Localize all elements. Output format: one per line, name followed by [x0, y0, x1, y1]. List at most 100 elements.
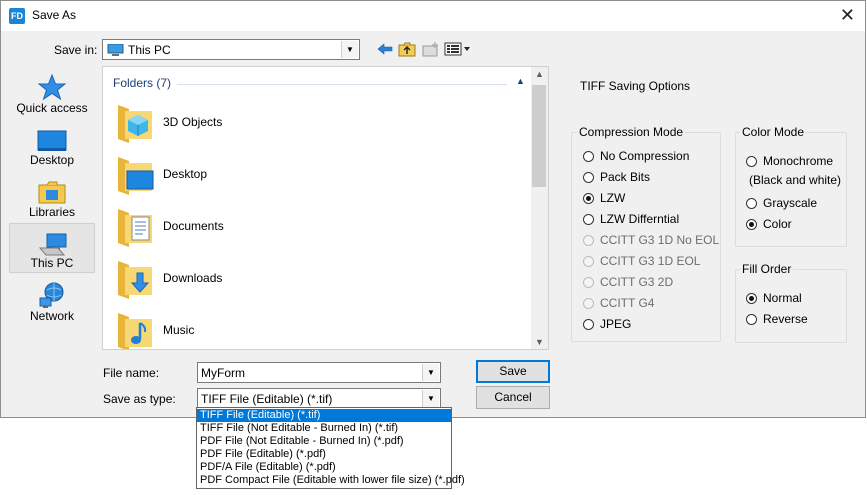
radio-button[interactable] [583, 193, 594, 204]
radio-normal[interactable]: Normal [746, 291, 802, 305]
radio-button[interactable] [746, 219, 757, 230]
radio-pack-bits[interactable]: Pack Bits [583, 170, 650, 184]
radio-grayscale[interactable]: Grayscale [746, 196, 817, 210]
item-name: 3D Objects [163, 115, 223, 129]
group-divider [177, 84, 507, 85]
radio-button[interactable] [746, 198, 757, 209]
color-mode-group: Color Mode Monochrome (Black and white) … [735, 125, 847, 247]
radio-lzw[interactable]: LZW [583, 191, 625, 205]
music-folder-icon [115, 307, 155, 349]
radio-color[interactable]: Color [746, 217, 792, 231]
option-label: LZW Differntial [600, 212, 680, 226]
radio-button[interactable] [583, 172, 594, 183]
libraries-icon [37, 177, 67, 204]
option-label: JPEG [600, 317, 632, 331]
place-desktop[interactable]: Desktop [9, 119, 95, 169]
compression-legend: Compression Mode [577, 125, 686, 139]
list-item[interactable]: 3D Objects [115, 99, 515, 149]
place-quick-access[interactable]: Quick access [9, 67, 95, 117]
place-label: Libraries [28, 205, 76, 219]
close-icon[interactable]: ✕ [840, 5, 855, 26]
option-label: CCITT G3 1D No EOL [600, 233, 720, 247]
fill-order-group: Fill Order Normal Reverse [735, 262, 847, 343]
save-type-value: TIFF File (Editable) (*.tif) [201, 392, 333, 406]
star-icon [37, 73, 67, 101]
save-in-label: Save in: [54, 43, 98, 57]
option-label: LZW [600, 191, 626, 205]
radio-button[interactable] [746, 293, 757, 304]
radio-reverse[interactable]: Reverse [746, 312, 808, 326]
list-item[interactable]: Documents [115, 203, 515, 253]
radio-monochrome[interactable]: Monochrome [746, 154, 833, 168]
cancel-button[interactable]: Cancel [476, 386, 550, 409]
fill-order-legend: Fill Order [740, 262, 794, 276]
places-bar: Quick access Desktop Libraries This PC N… [9, 67, 95, 347]
file-name-field[interactable]: MyForm ▼ [197, 362, 441, 383]
save-as-dialog: FD Save As ✕ Save in: This PC ▼ Quick ac… [0, 0, 866, 418]
radio-button[interactable] [746, 156, 757, 167]
save-in-combo[interactable]: This PC ▼ [102, 39, 360, 60]
desktop-icon [37, 125, 67, 151]
list-item[interactable]: Music [115, 307, 515, 349]
place-libraries[interactable]: Libraries [9, 171, 95, 221]
radio-button [583, 235, 594, 246]
place-this-pc[interactable]: This PC [9, 223, 95, 273]
radio-button[interactable] [583, 319, 594, 330]
scroll-down-icon[interactable]: ▼ [531, 337, 548, 347]
radio-button[interactable] [583, 151, 594, 162]
window-title: Save As [32, 8, 77, 22]
file-name-value: MyForm [201, 366, 245, 380]
option-label: CCITT G3 1D EOL [600, 254, 701, 268]
radio-jpeg[interactable]: JPEG [583, 317, 631, 331]
collapse-chevron-icon[interactable]: ▲ [516, 76, 525, 86]
back-icon[interactable] [375, 40, 395, 58]
item-name: Desktop [163, 167, 208, 181]
options-title: TIFF Saving Options [580, 79, 691, 93]
radio-button [583, 277, 594, 288]
radio-ccitt-g4: CCITT G4 [583, 296, 654, 310]
dropdown-option[interactable]: PDF File (Not Editable - Burned In) (*.p… [197, 435, 451, 448]
computer-icon [38, 230, 68, 256]
vertical-scrollbar[interactable]: ▲ ▼ [531, 67, 548, 349]
list-item[interactable]: Downloads [115, 255, 515, 305]
place-label: Network [29, 309, 74, 323]
file-list[interactable]: Folders (7) ▲ 3D Objects Desktop Documen… [102, 66, 549, 350]
monochrome-subtitle: (Black and white) [749, 173, 842, 187]
3d-objects-folder-icon [115, 99, 155, 143]
radio-ccitt-g3-2d: CCITT G3 2D [583, 275, 673, 289]
chevron-down-icon[interactable]: ▼ [422, 364, 439, 381]
up-folder-icon[interactable] [397, 40, 417, 58]
save-type-dropdown[interactable]: TIFF File (Editable) (*.tif) TIFF File (… [196, 407, 465, 489]
radio-button[interactable] [746, 314, 757, 325]
save-button[interactable]: Save [476, 360, 550, 383]
scroll-thumb[interactable] [532, 85, 546, 187]
radio-lzw-differential[interactable]: LZW Differntial [583, 212, 679, 226]
radio-button [583, 298, 594, 309]
dropdown-option[interactable]: TIFF File (Editable) (*.tif) [197, 409, 451, 422]
app-icon: FD [9, 8, 25, 24]
desktop-folder-icon [115, 151, 155, 195]
group-header: Folders (7) [113, 76, 172, 90]
scroll-up-icon[interactable]: ▲ [531, 69, 548, 79]
radio-ccitt-g3-1d-no-eol: CCITT G3 1D No EOL [583, 233, 719, 247]
radio-no-compression[interactable]: No Compression [583, 149, 689, 163]
view-menu-icon[interactable] [444, 40, 472, 58]
dropdown-option[interactable]: PDF File (Editable) (*.pdf) [197, 448, 451, 461]
dropdown-option[interactable]: PDF Compact File (Editable with lower fi… [197, 474, 465, 487]
network-icon [37, 281, 67, 308]
radio-button[interactable] [583, 214, 594, 225]
list-item[interactable]: Desktop [115, 151, 515, 201]
place-network[interactable]: Network [9, 275, 95, 325]
new-folder-icon[interactable] [421, 40, 441, 58]
dropdown-option[interactable]: PDF/A File (Editable) (*.pdf) [197, 461, 451, 474]
dropdown-option[interactable]: TIFF File (Not Editable - Burned In) (*.… [197, 422, 451, 435]
file-name-label: File name: [103, 366, 160, 380]
option-label: CCITT G3 2D [600, 275, 674, 289]
save-type-select[interactable]: TIFF File (Editable) (*.tif) ▼ [197, 388, 441, 409]
chevron-down-icon[interactable]: ▼ [422, 390, 439, 407]
save-type-label: Save as type: [103, 392, 176, 406]
chevron-down-icon[interactable]: ▼ [341, 41, 358, 58]
radio-button [583, 256, 594, 267]
option-label: No Compression [600, 149, 690, 163]
computer-small-icon [107, 43, 124, 56]
